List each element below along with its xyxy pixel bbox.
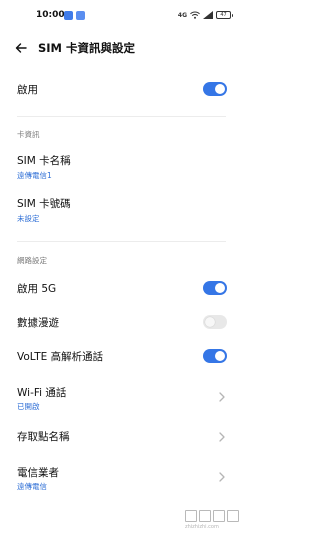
battery-icon: 47 bbox=[216, 11, 233, 19]
carrier-row[interactable]: 電信業者 遠傳電信 bbox=[0, 460, 243, 494]
watermark-box bbox=[199, 510, 211, 522]
watermark-logo bbox=[185, 510, 241, 522]
app-header: SIM 卡資訊與設定 bbox=[0, 33, 243, 63]
volte-row[interactable]: VoLTE 高解析通話 bbox=[0, 344, 243, 370]
wifi-icon bbox=[190, 11, 200, 19]
enable-label: 啟用 bbox=[17, 84, 38, 96]
network-type: 4G bbox=[177, 11, 187, 19]
apn-row[interactable]: 存取點名稱 bbox=[0, 424, 243, 450]
divider bbox=[17, 116, 226, 117]
wifi-calling-row[interactable]: Wi-Fi 通話 已開啟 bbox=[0, 380, 243, 414]
toggle-knob bbox=[215, 351, 225, 361]
enable-5g-row[interactable]: 啟用 5G bbox=[0, 276, 243, 302]
data-roaming-row[interactable]: 數據漫遊 bbox=[0, 310, 243, 336]
data-roaming-label: 數據漫遊 bbox=[17, 317, 59, 329]
enable-row[interactable]: 啟用 bbox=[0, 74, 243, 104]
enable-5g-label: 啟用 5G bbox=[17, 283, 57, 295]
sim-number-label: SIM 卡號碼 bbox=[17, 198, 71, 210]
status-bar: 10:00 4G 47 bbox=[0, 0, 243, 32]
data-roaming-toggle[interactable] bbox=[203, 315, 227, 329]
toggle-knob bbox=[205, 317, 215, 327]
carrier-label: 電信業者 bbox=[17, 467, 59, 479]
wifi-calling-value: 已開啟 bbox=[17, 402, 40, 411]
chevron-right-icon bbox=[219, 392, 225, 402]
status-time: 10:00 bbox=[36, 10, 65, 20]
volte-toggle[interactable] bbox=[203, 349, 227, 363]
section-title-card-info: 卡資訊 bbox=[17, 130, 40, 139]
toggle-knob bbox=[215, 84, 225, 94]
carrier-value: 遠傳電信 bbox=[17, 482, 47, 491]
enable-5g-toggle[interactable] bbox=[203, 281, 227, 295]
signal-icon bbox=[203, 11, 213, 19]
watermark-box bbox=[227, 510, 239, 522]
notification-icon bbox=[64, 11, 73, 20]
page-title: SIM 卡資訊與設定 bbox=[38, 41, 136, 55]
sim-name-row[interactable]: SIM 卡名稱 遠傳電信1 bbox=[0, 148, 243, 184]
back-arrow-icon[interactable] bbox=[14, 41, 28, 55]
watermark: zhizhizhi.com bbox=[185, 510, 241, 538]
chevron-right-icon bbox=[219, 472, 225, 482]
sim-name-label: SIM 卡名稱 bbox=[17, 155, 71, 167]
wifi-calling-label: Wi-Fi 通話 bbox=[17, 387, 67, 399]
section-title-network: 網路設定 bbox=[17, 256, 47, 265]
volte-label: VoLTE 高解析通話 bbox=[17, 351, 104, 363]
notification-icon-2 bbox=[76, 11, 85, 20]
status-indicators: 4G 47 bbox=[177, 9, 233, 21]
watermark-text: zhizhizhi.com bbox=[185, 524, 219, 530]
divider bbox=[17, 241, 226, 242]
sim-number-value: 未設定 bbox=[17, 214, 40, 223]
sim-number-row[interactable]: SIM 卡號碼 未設定 bbox=[0, 191, 243, 227]
watermark-box bbox=[213, 510, 225, 522]
chevron-right-icon bbox=[219, 432, 225, 442]
toggle-knob bbox=[215, 283, 225, 293]
sim-name-value: 遠傳電信1 bbox=[17, 171, 52, 180]
apn-label: 存取點名稱 bbox=[17, 431, 70, 443]
watermark-box bbox=[185, 510, 197, 522]
enable-toggle[interactable] bbox=[203, 82, 227, 96]
